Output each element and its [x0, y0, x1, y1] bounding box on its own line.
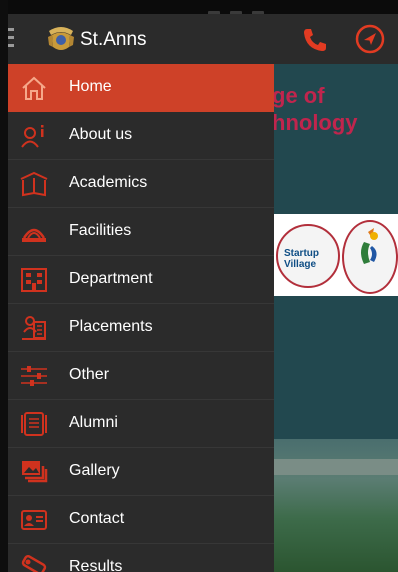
home-page-background: ge of hnology Startup Village: [272, 64, 398, 572]
menu-item-alumni[interactable]: Alumni: [8, 400, 274, 448]
college-logo: [48, 27, 74, 50]
menu-icon[interactable]: [8, 28, 14, 50]
menu-item-contact[interactable]: Contact: [8, 496, 274, 544]
menu-item-department[interactable]: Department: [8, 256, 274, 304]
campus-photo: [272, 439, 398, 572]
menu-item-home[interactable]: Home: [8, 64, 274, 112]
navigation-icon[interactable]: [354, 23, 386, 55]
menu-item-label: Other: [69, 366, 110, 383]
about-icon: [21, 125, 44, 148]
home-icon: [22, 76, 46, 100]
app-title: St.Anns: [80, 29, 147, 50]
menu-item-label: About us: [69, 126, 133, 143]
app-screen: St.Anns ge of hnology Startup Village Ho…: [8, 0, 398, 572]
placements-icon: [22, 316, 46, 340]
startup-village-logo-text: Startup Village: [284, 248, 319, 270]
book-icon: [20, 171, 48, 197]
phone-icon[interactable]: [300, 25, 330, 55]
app-bar: St.Anns: [8, 14, 398, 64]
menu-item-label: Contact: [69, 510, 125, 527]
contact-icon: [21, 510, 47, 530]
menu-item-academics[interactable]: Academics: [8, 160, 274, 208]
menu-item-label: Department: [69, 270, 153, 287]
menu-item-other[interactable]: Other: [8, 352, 274, 400]
facilities-icon: [22, 228, 46, 242]
menu-item-facilities[interactable]: Facilities: [8, 208, 274, 256]
menu-item-label: Alumni: [69, 414, 118, 431]
headline-line-1: ge of: [272, 83, 325, 108]
department-icon: [21, 268, 47, 292]
menu-item-about-us[interactable]: About us: [8, 112, 274, 160]
status-bar: [8, 0, 398, 16]
navigation-drawer: Home About us Academics Facilities Depar…: [8, 64, 274, 572]
sliders-icon: [21, 366, 47, 386]
results-icon: [21, 555, 47, 572]
menu-item-results[interactable]: Results: [8, 544, 274, 572]
partner-logos: Startup Village: [272, 214, 398, 296]
startup-village-logo: Startup Village: [276, 224, 340, 288]
menu-item-label: Facilities: [69, 222, 132, 239]
menu-item-label: Results: [69, 558, 123, 572]
college-headline: ge of hnology: [272, 82, 358, 136]
partner-seal-logo: [342, 220, 398, 294]
alumni-icon: [21, 412, 47, 436]
menu-item-gallery[interactable]: Gallery: [8, 448, 274, 496]
menu-item-label: Home: [69, 78, 112, 95]
menu-item-label: Placements: [69, 318, 153, 335]
headline-line-2: hnology: [272, 110, 358, 135]
gallery-icon: [22, 461, 48, 483]
partner-seal-graphic: [361, 228, 378, 264]
menu-item-placements[interactable]: Placements: [8, 304, 274, 352]
menu-item-label: Gallery: [69, 462, 120, 479]
menu-item-label: Academics: [69, 174, 148, 191]
